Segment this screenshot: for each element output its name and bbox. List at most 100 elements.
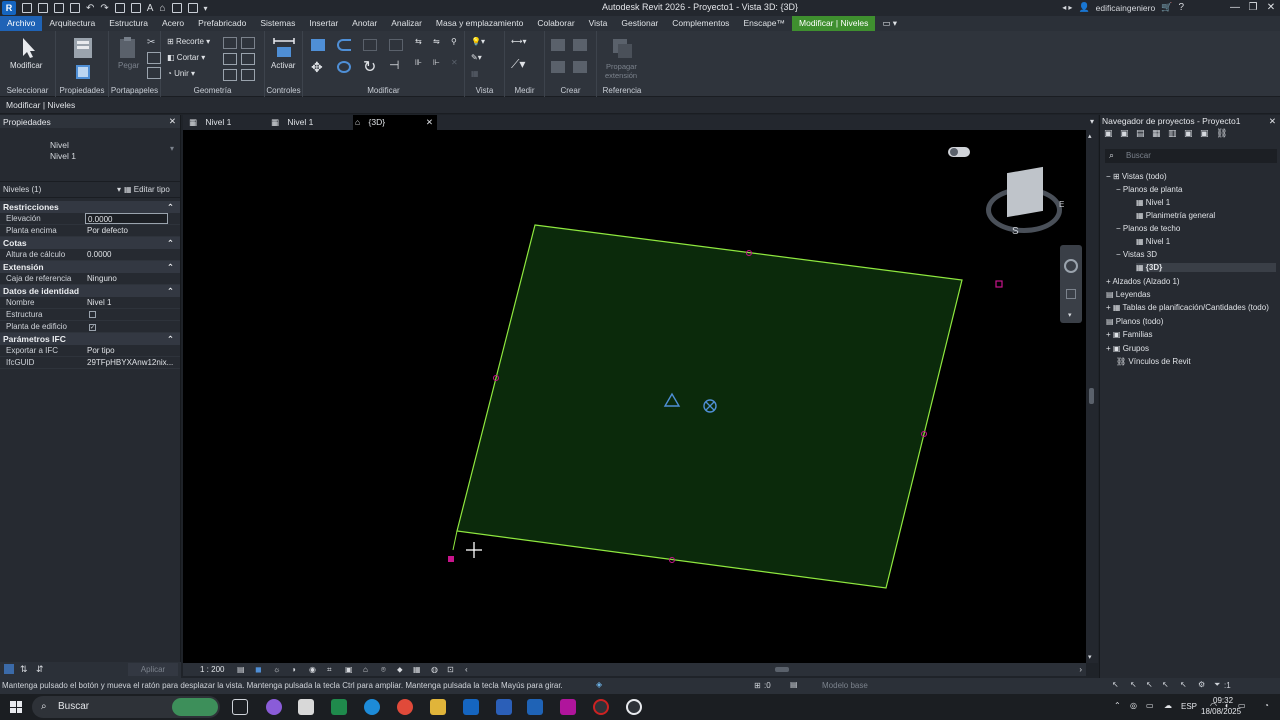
taskbar-search[interactable]: ⌕ Buscar [32, 696, 220, 718]
mirror-draw-icon[interactable] [389, 39, 403, 51]
modify-button[interactable]: Modificar [10, 61, 42, 70]
redo-icon[interactable]: ↷ [100, 3, 108, 14]
tray-icon[interactable]: ◎ [1130, 701, 1137, 710]
horizontal-scroll-thumb[interactable] [775, 667, 789, 672]
scroll-up-icon[interactable]: ▴ [1088, 132, 1092, 140]
match-type-icon[interactable] [147, 67, 161, 79]
temporary-view-props-icon[interactable]: ▦ [413, 665, 421, 674]
browser-tool-icon[interactable]: ▤ [1136, 128, 1145, 139]
select-links-icon[interactable]: ↖ [1112, 680, 1119, 689]
properties-options-icon[interactable]: ⇵ [36, 664, 44, 675]
word-icon[interactable] [496, 699, 512, 715]
align-icon[interactable] [311, 39, 325, 51]
media-player-icon[interactable] [626, 699, 642, 715]
language-indicator[interactable]: ESP [1181, 702, 1197, 711]
restore-icon[interactable]: ❐ [1244, 0, 1262, 16]
propagate-extents-icon[interactable] [609, 35, 635, 61]
grip-end[interactable] [995, 280, 1003, 288]
group-restricciones[interactable]: Restricciones ⌃ [0, 201, 180, 213]
properties-settings-icon[interactable]: ⇅ [20, 664, 28, 675]
demolish-icon[interactable] [241, 53, 255, 65]
close-tab-icon[interactable]: ✕ [426, 115, 433, 130]
tab-complementos[interactable]: Complementos [665, 16, 736, 31]
wall-joins-icon[interactable] [223, 37, 237, 49]
create-assembly-icon[interactable] [551, 39, 565, 51]
text-icon[interactable]: A [147, 3, 154, 14]
render-icon[interactable]: ◉ [309, 665, 316, 674]
type-selector[interactable]: Nivel Nivel 1 ▾ [0, 128, 180, 182]
dimension-icon[interactable]: ⟋▾ [511, 57, 525, 72]
tab-colaborar[interactable]: Colaborar [530, 16, 581, 31]
tree-tablas[interactable]: + ▦ Tablas de planificación/Cantidades (… [1106, 303, 1269, 312]
tab-masa[interactable]: Masa y emplazamiento [429, 16, 530, 31]
select-by-face-icon[interactable]: ↖ [1162, 680, 1169, 689]
minimize-icon[interactable]: — [1226, 0, 1244, 16]
c-app-icon[interactable] [560, 699, 576, 715]
scroll-right-icon[interactable]: › [1079, 665, 1082, 674]
zoom-icon[interactable] [1066, 289, 1076, 299]
tree-vistas-3d[interactable]: − Vistas 3D [1116, 250, 1157, 259]
file-explorer-icon[interactable] [430, 699, 446, 715]
lock-view-icon[interactable]: ⌂ [363, 665, 368, 674]
tree-vinculos[interactable]: ⛓ Vínculos de Revit [1116, 357, 1191, 366]
apply-button[interactable]: Aplicar [128, 663, 178, 676]
paste-icon[interactable] [115, 35, 141, 61]
tray-icon[interactable]: ▭ [1146, 701, 1154, 710]
tab-prefabricado[interactable]: Prefabricado [191, 16, 253, 31]
scissors-icon[interactable]: ✂ [147, 37, 161, 49]
design-options-icon[interactable]: ▤ [790, 680, 798, 689]
join-button[interactable]: ◔ Unir ▾ [167, 69, 195, 78]
activate-button[interactable]: Activar [271, 61, 295, 70]
tree-3d-active[interactable]: ▦ {3D} [1136, 263, 1276, 272]
viewcube[interactable]: S E [983, 165, 1067, 245]
scroll-thumb[interactable] [1089, 388, 1094, 404]
revit-taskbar-icon[interactable] [527, 699, 543, 715]
toggle-switch[interactable] [948, 147, 970, 157]
drawing-canvas[interactable]: S E ▾ [183, 130, 1086, 663]
tab-vista[interactable]: Vista [582, 16, 615, 31]
properties-help-icon[interactable] [4, 664, 14, 674]
copy-icon[interactable] [147, 52, 161, 64]
3d-view-icon[interactable]: ⌂ [159, 3, 165, 14]
outlook-icon[interactable] [463, 699, 479, 715]
rotate-icon[interactable]: ↻ [363, 57, 376, 77]
switch-windows-icon[interactable] [187, 3, 198, 13]
view-scale[interactable]: 1 : 200 [200, 665, 224, 674]
help-icon[interactable]: ? [1178, 2, 1184, 13]
user-name[interactable]: edificaingeniero [1096, 3, 1156, 13]
viewcube-face-icon[interactable] [1007, 166, 1043, 218]
tree-alzados[interactable]: + Alzados (Alzado 1) [1106, 277, 1180, 286]
activate-dimensions-icon[interactable] [271, 35, 297, 61]
tab-arquitectura[interactable]: Arquitectura [42, 16, 102, 31]
split-face-icon[interactable] [241, 37, 255, 49]
tray-icon[interactable]: ☁ [1164, 701, 1172, 710]
clock-time[interactable]: 09:32 [1213, 696, 1233, 705]
search-highlight-image[interactable] [172, 698, 218, 716]
drag-elements-icon[interactable]: ↖ [1180, 680, 1187, 689]
grip-end[interactable] [448, 556, 454, 562]
group-cotas[interactable]: Cotas ⌃ [0, 237, 180, 249]
tray-expand-icon[interactable]: ⌃ [1114, 701, 1121, 710]
move-icon[interactable]: ✥ [311, 59, 323, 76]
sun-path-icon[interactable]: ☼ [273, 665, 280, 674]
edit-type-button[interactable]: ▦ Editar tipo [124, 185, 170, 194]
tab-gestionar[interactable]: Gestionar [614, 16, 665, 31]
browser-tool-icon[interactable]: ▥ [1168, 128, 1177, 139]
viewcube-south[interactable]: S [1012, 226, 1019, 237]
override-graphics-icon[interactable]: ✎▾ [471, 53, 482, 62]
tab-acero[interactable]: Acero [155, 16, 191, 31]
highlight-displacement-icon[interactable]: ⊡ [447, 665, 454, 674]
browser-close-icon[interactable]: ✕ [1269, 116, 1276, 127]
create-parts-icon[interactable] [573, 39, 587, 51]
edge-icon[interactable] [364, 699, 380, 715]
home-icon[interactable] [22, 3, 32, 13]
notification-icon[interactable]: ◔ [1264, 701, 1269, 710]
measure-icon[interactable] [130, 3, 141, 13]
array-icon[interactable]: ⊪ [415, 58, 422, 67]
panel-select-label[interactable]: Seleccionar [0, 86, 55, 95]
building-story-checkbox[interactable]: ✓ [89, 324, 96, 331]
reveal-hidden-icon[interactable]: ⬥ [397, 665, 403, 675]
pick-new-icon[interactable] [241, 69, 255, 81]
scroll-left-icon[interactable]: ‹ [465, 665, 468, 674]
tab-archivo[interactable]: Archivo [0, 16, 43, 31]
